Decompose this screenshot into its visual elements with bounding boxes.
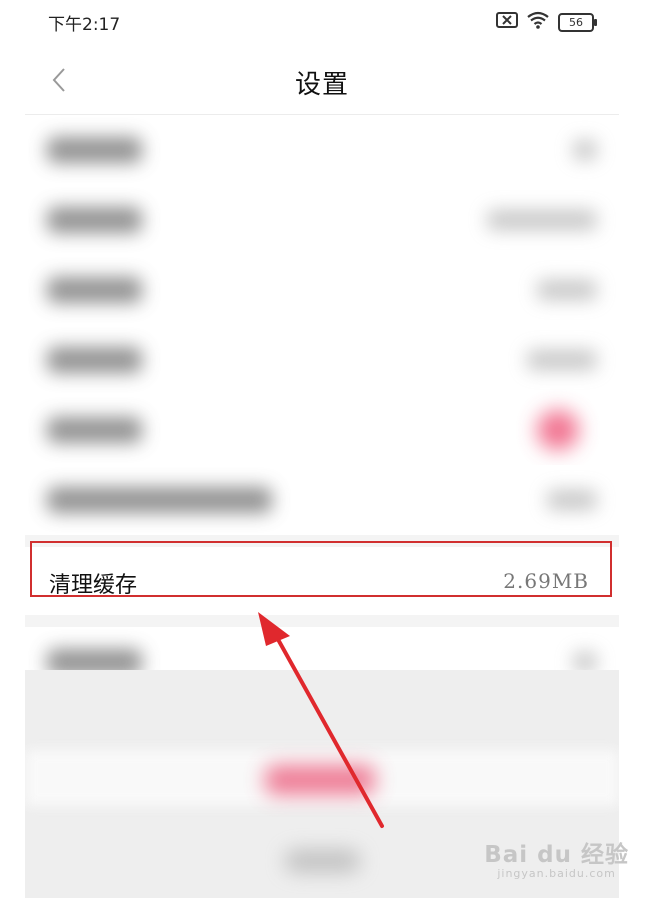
settings-row-blurred[interactable] xyxy=(25,255,619,325)
blurred-value xyxy=(537,280,597,300)
status-icons: 56 xyxy=(496,11,597,33)
blurred-toggle[interactable] xyxy=(537,410,579,450)
blurred-chevron xyxy=(573,652,597,672)
settings-row-blurred[interactable] xyxy=(25,465,619,535)
watermark-url: jingyan.baidu.com xyxy=(497,867,616,880)
watermark-logo-text: Bai du 经验 xyxy=(484,842,629,868)
baidu-jingyan-watermark: Bai du 经验 jingyan.baidu.com xyxy=(484,835,629,880)
blurred-label xyxy=(47,277,142,303)
blurred-label xyxy=(47,137,142,163)
blurred-label xyxy=(47,487,272,513)
settings-row-blurred[interactable] xyxy=(25,395,619,465)
battery-icon: 56 xyxy=(558,12,597,32)
no-sim-icon xyxy=(496,11,518,33)
phone-screen: 下午2:17 56 设置 清理缓存 2.69MB xyxy=(25,0,619,898)
blurred-label xyxy=(47,347,142,373)
blurred-label xyxy=(47,417,142,443)
blurred-value xyxy=(487,210,597,230)
blurred-logout-button[interactable] xyxy=(265,765,375,795)
settings-row-blurred[interactable] xyxy=(25,185,619,255)
settings-list: 清理缓存 2.69MB xyxy=(25,115,619,697)
blurred-secondary-link[interactable] xyxy=(285,850,360,872)
page-title: 设置 xyxy=(294,70,349,100)
blurred-chevron xyxy=(573,140,597,160)
highlight-box xyxy=(30,541,612,597)
wifi-icon xyxy=(526,11,550,33)
status-bar: 下午2:17 56 xyxy=(25,0,619,44)
settings-row-blurred[interactable] xyxy=(25,115,619,185)
blurred-value xyxy=(547,490,597,510)
section-gap xyxy=(25,615,619,627)
status-time: 下午2:17 xyxy=(48,15,121,35)
settings-row-blurred[interactable] xyxy=(25,325,619,395)
blurred-value xyxy=(527,350,597,370)
blurred-label xyxy=(47,207,142,233)
navigation-bar: 设置 xyxy=(25,44,619,115)
